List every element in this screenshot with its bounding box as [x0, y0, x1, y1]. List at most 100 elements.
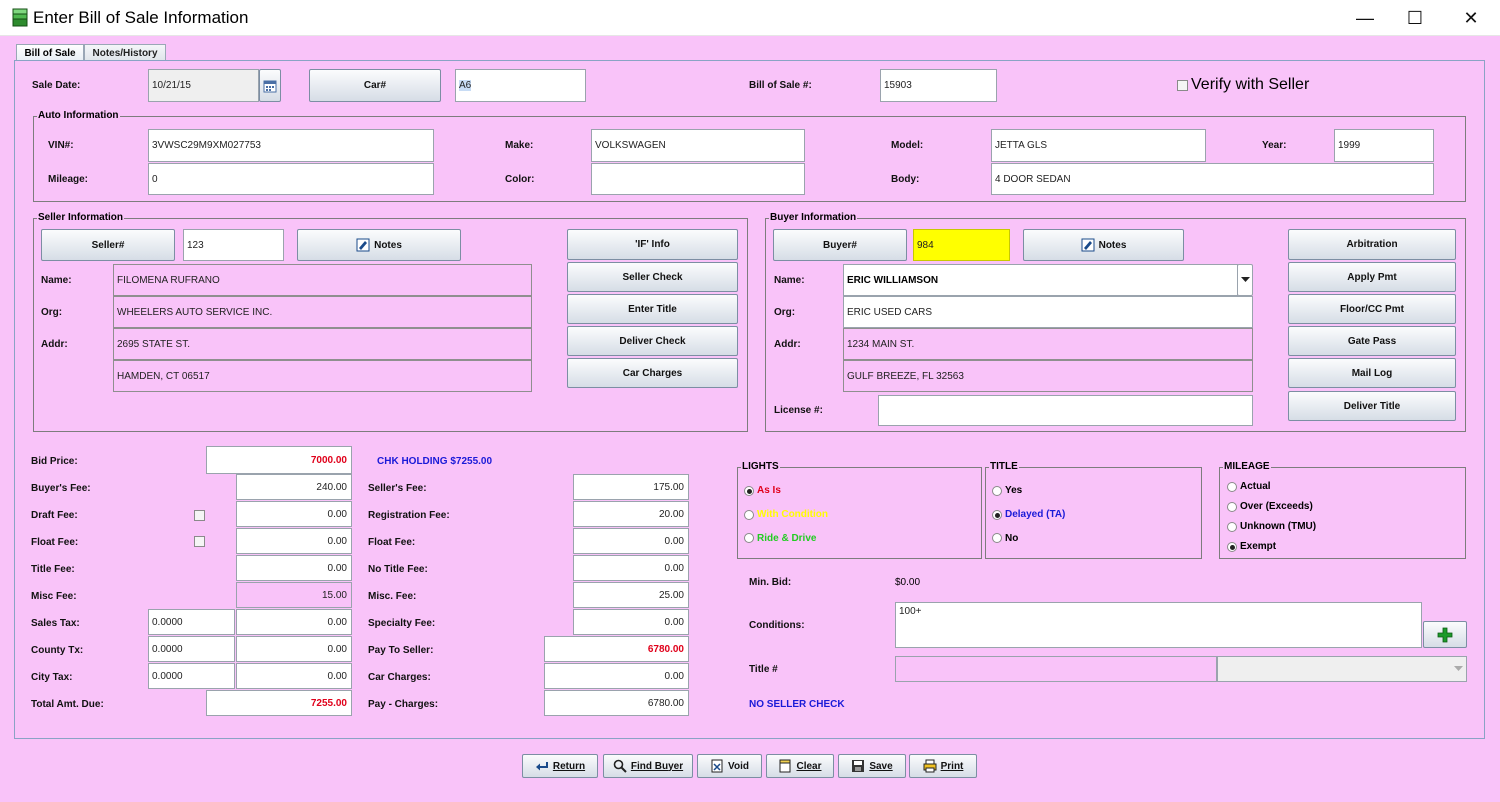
title-number-select[interactable]	[1217, 656, 1467, 682]
car-number-button[interactable]: Car#	[309, 69, 441, 102]
car-number-field[interactable]: A6	[455, 69, 586, 102]
color-field[interactable]	[591, 163, 805, 195]
gate-pass-button[interactable]: Gate Pass	[1288, 326, 1456, 356]
floor-cc-pmt-button[interactable]: Floor/CC Pmt	[1288, 294, 1456, 324]
print-button[interactable]: Print	[909, 754, 977, 778]
pay-to-seller-label: Pay To Seller:	[368, 645, 434, 656]
make-field[interactable]: VOLKSWAGEN	[591, 129, 805, 162]
sellers-fee-field[interactable]: 175.00	[573, 474, 689, 500]
seller-number-button[interactable]: Seller#	[41, 229, 175, 261]
maximize-button[interactable]: ☐	[1392, 0, 1438, 36]
draft-fee-checkbox[interactable]	[194, 510, 205, 521]
mail-log-button[interactable]: Mail Log	[1288, 358, 1456, 388]
model-field[interactable]: JETTA GLS	[991, 129, 1206, 162]
vin-field[interactable]: 3VWSC29M9XM027753	[148, 129, 434, 162]
title-yes-radio[interactable]	[992, 486, 1002, 496]
seller-number-field[interactable]: 123	[183, 229, 284, 261]
car-charges-button[interactable]: Car Charges	[567, 358, 738, 388]
lights-ride-drive-radio[interactable]	[744, 533, 754, 543]
buyer-notes-button[interactable]: Notes	[1023, 229, 1184, 261]
arbitration-button[interactable]: Arbitration	[1288, 229, 1456, 260]
return-label: Return	[552, 760, 586, 772]
minimize-button[interactable]: —	[1342, 0, 1388, 36]
title-no-radio[interactable]	[992, 533, 1002, 543]
tab-notes-history[interactable]: Notes/History	[84, 44, 166, 61]
seller-float-fee-field[interactable]: 0.00	[573, 528, 689, 554]
total-due-field[interactable]: 7255.00	[206, 690, 352, 716]
draft-fee-field[interactable]: 0.00	[236, 501, 352, 527]
float-fee-field[interactable]: 0.00	[236, 528, 352, 554]
pay-charges-field[interactable]: 6780.00	[544, 690, 689, 716]
void-button[interactable]: Void	[697, 754, 762, 778]
mileage-unknown-radio[interactable]	[1227, 522, 1237, 532]
plus-icon	[1437, 627, 1453, 642]
car-charges-field[interactable]: 0.00	[544, 663, 689, 689]
calendar-button[interactable]	[259, 69, 281, 102]
title-number-field[interactable]	[895, 656, 1217, 682]
specialty-fee-field[interactable]: 0.00	[573, 609, 689, 635]
registration-fee-field[interactable]: 20.00	[573, 501, 689, 527]
deliver-check-button[interactable]: Deliver Check	[567, 326, 738, 356]
sellers-fee-label: Seller's Fee:	[368, 483, 427, 494]
mileage-actual-radio[interactable]	[1227, 482, 1237, 492]
seller-org-field: WHEELERS AUTO SERVICE INC.	[113, 296, 532, 328]
misc-fee-field[interactable]: 15.00	[236, 582, 352, 608]
title-fee-field[interactable]: 0.00	[236, 555, 352, 581]
license-field[interactable]	[878, 395, 1253, 426]
county-tx-rate-field[interactable]: 0.0000	[148, 636, 235, 662]
apply-pmt-button[interactable]: Apply Pmt	[1288, 262, 1456, 292]
mileage-exempt-label: Exempt	[1240, 541, 1277, 552]
lights-as-is-radio[interactable]	[744, 486, 754, 496]
lights-with-condition-radio[interactable]	[744, 510, 754, 520]
buyer-name-field[interactable]: ERIC WILLIAMSON	[843, 264, 1238, 296]
bill-of-sale-field[interactable]: 15903	[880, 69, 997, 102]
tab-bill-of-sale[interactable]: Bill of Sale	[16, 44, 84, 61]
pay-to-seller-field[interactable]: 6780.00	[544, 636, 689, 662]
mileage-field[interactable]: 0	[148, 163, 434, 195]
find-buyer-label: Find Buyer	[630, 760, 684, 772]
print-icon	[923, 759, 937, 773]
mileage-label: Mileage:	[48, 174, 89, 185]
enter-title-button[interactable]: Enter Title	[567, 294, 738, 324]
misc-fee-label: Misc Fee:	[31, 591, 77, 602]
seller-check-button[interactable]: Seller Check	[567, 262, 738, 292]
conditions-textarea[interactable]: 100+	[895, 602, 1422, 648]
year-field[interactable]: 1999	[1334, 129, 1434, 162]
find-buyer-button[interactable]: Find Buyer	[603, 754, 693, 778]
add-condition-button[interactable]	[1423, 621, 1467, 648]
verify-seller-checkbox[interactable]	[1177, 80, 1188, 91]
if-info-button[interactable]: 'IF' Info	[567, 229, 738, 260]
title-delayed-radio[interactable]	[992, 510, 1002, 520]
body-label: Body:	[891, 174, 920, 185]
seller-notes-button[interactable]: Notes	[297, 229, 461, 261]
bid-price-field[interactable]: 7000.00	[206, 446, 352, 474]
close-button[interactable]: ✕	[1448, 0, 1494, 36]
sale-date-field[interactable]: 10/21/15	[148, 69, 259, 102]
return-icon	[535, 759, 549, 773]
conditions-label: Conditions:	[749, 620, 805, 631]
return-button[interactable]: Return	[522, 754, 598, 778]
clear-button[interactable]: Clear	[766, 754, 834, 778]
mileage-exempt-radio[interactable]	[1227, 542, 1237, 552]
auto-info-title: Auto Information	[37, 110, 120, 121]
no-seller-check-text: NO SELLER CHECK	[749, 699, 845, 710]
buyer-org-field[interactable]: ERIC USED CARS	[843, 296, 1253, 328]
buyers-fee-field[interactable]: 240.00	[236, 474, 352, 500]
buyer-name-dropdown[interactable]	[1237, 264, 1253, 296]
save-button[interactable]: Save	[838, 754, 906, 778]
county-tx-field[interactable]: 0.00	[236, 636, 352, 662]
seller-misc-fee-field[interactable]: 25.00	[573, 582, 689, 608]
city-tax-field[interactable]: 0.00	[236, 663, 352, 689]
float-fee-checkbox[interactable]	[194, 536, 205, 547]
city-tax-rate-field[interactable]: 0.0000	[148, 663, 235, 689]
body-field[interactable]: 4 DOOR SEDAN	[991, 163, 1434, 195]
no-title-fee-field[interactable]: 0.00	[573, 555, 689, 581]
color-label: Color:	[505, 174, 535, 185]
deliver-title-button[interactable]: Deliver Title	[1288, 391, 1456, 421]
sales-tax-rate-field[interactable]: 0.0000	[148, 609, 235, 635]
buyer-number-field[interactable]: 984	[913, 229, 1010, 261]
mileage-over-radio[interactable]	[1227, 502, 1237, 512]
sales-tax-field[interactable]: 0.00	[236, 609, 352, 635]
buyer-number-button[interactable]: Buyer#	[773, 229, 907, 261]
title-delayed-label: Delayed (TA)	[1005, 509, 1066, 520]
